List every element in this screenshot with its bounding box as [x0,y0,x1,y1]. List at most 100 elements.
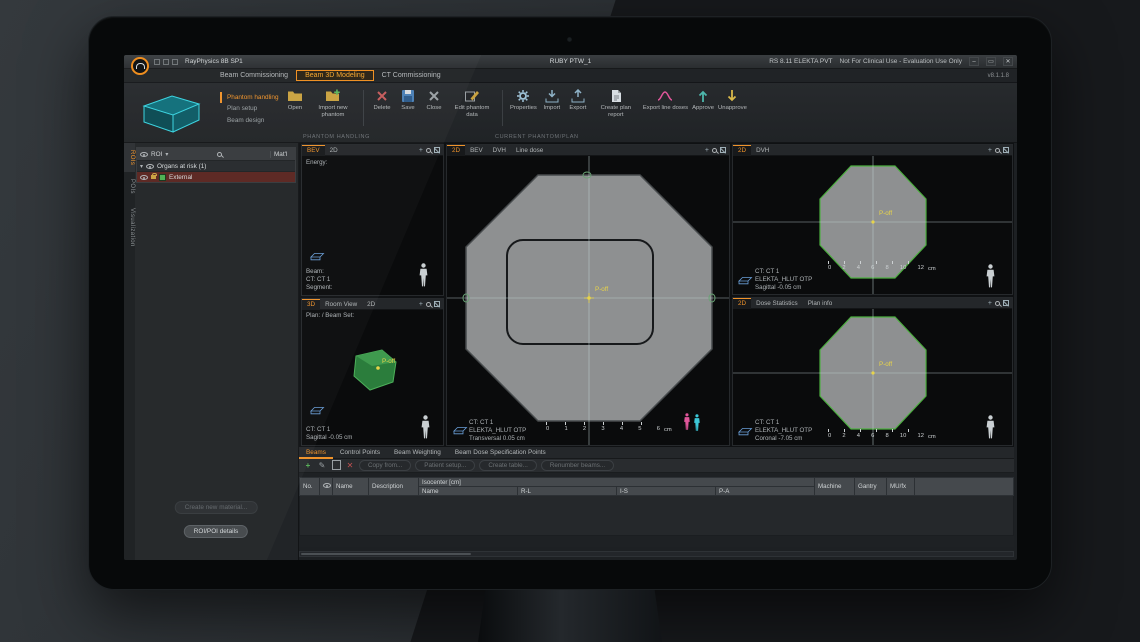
vp-tab-2d[interactable]: 2D [325,145,343,156]
expand-icon[interactable] [1003,147,1009,153]
minimize-button[interactable]: – [969,57,979,66]
approve-button[interactable]: Approve [692,88,714,112]
tab-beam-dose-specification-points[interactable]: Beam Dose Specification Points [448,447,553,459]
zoom-icon[interactable] [426,148,431,153]
vp-tab-2d[interactable]: 2D [447,145,465,156]
expand-icon[interactable] [434,301,440,307]
column-visibility[interactable] [320,478,333,496]
sagittal-slice-view[interactable]: P-off 024681012 cm CT: CT 1 ELEKTA_HLUT … [733,156,1012,294]
import-new-phantom-button[interactable]: Import new phantom [310,88,356,118]
edit-beam-icon[interactable] [317,461,327,471]
crosshair-tool-icon[interactable] [988,147,992,154]
open-button[interactable]: Open [284,88,306,112]
nav-phantom-handling[interactable]: Phantom handling [220,92,282,103]
system-menu-icon-2[interactable] [163,59,169,65]
viewport-bev[interactable]: BEV 2D Energy: Beam: CT: CT 1 [301,144,444,296]
expand-icon[interactable] [1003,300,1009,306]
create-plan-report-button[interactable]: Create plan report [593,88,639,118]
viewport-sagittal[interactable]: 2D DVH P-off [732,144,1013,295]
side-tab-visualization[interactable]: Visualization [124,201,135,254]
export-button[interactable]: Export [567,88,589,112]
delete-button[interactable]: Delete [371,88,393,112]
roi-poi-details-button[interactable]: ROI/POI details [184,525,248,538]
room3d-view[interactable]: Plan: / Beam Set: P-off CT: CT 1 Sagitta… [302,310,443,445]
side-tab-pois[interactable]: POIs [124,172,135,201]
vp-tab-dose-statistics[interactable]: Dose Statistics [751,298,803,309]
vp-tab-2d[interactable]: 2D [733,145,751,156]
renumber-beams-button[interactable]: Renumber beams... [541,460,614,471]
create-new-material-button[interactable]: Create new material... [175,501,258,514]
crosshair-tool-icon[interactable] [988,300,992,307]
add-beam-icon[interactable] [303,461,313,471]
tab-beam-weighting[interactable]: Beam Weighting [387,447,448,459]
bev-view[interactable]: Energy: Beam: CT: CT 1 Segment: [302,156,443,295]
system-menu-icon-3[interactable] [172,59,178,65]
nav-beam-design[interactable]: Beam design [220,115,282,126]
roi-group-row[interactable]: Organs at risk (1) [137,160,295,171]
search-icon[interactable] [217,152,222,157]
eye-icon[interactable] [146,164,154,169]
system-menu-icon-1[interactable] [154,59,160,65]
column-mu-fx[interactable]: MU/fx [887,478,915,496]
zoom-icon[interactable] [995,148,1000,153]
maximize-button[interactable]: ▭ [986,57,996,66]
vp-tab-dvh[interactable]: DVH [751,145,774,156]
scrollbar-thumb[interactable] [301,553,471,555]
tab-control-points[interactable]: Control Points [333,447,387,459]
vp-tab-dvh[interactable]: DVH [488,145,511,156]
copy-beam-icon[interactable] [334,462,341,470]
column-name[interactable]: Name [333,478,369,496]
column-description[interactable]: Description [369,478,419,496]
create-table-button[interactable]: Create table... [479,460,537,471]
nav-plan-setup[interactable]: Plan setup [220,103,282,114]
save-button[interactable]: Save [397,88,419,112]
zoom-icon[interactable] [426,302,431,307]
edit-phantom-data-button[interactable]: Edit phantom data [449,88,495,118]
tab-beam-commissioning[interactable]: Beam Commissioning [212,71,296,80]
chevron-down-icon[interactable] [165,151,168,158]
column-iso-pa[interactable]: P-A [716,487,815,496]
crosshair-tool-icon[interactable] [419,147,423,154]
expand-icon[interactable] [434,147,440,153]
vp-tab-room-view[interactable]: Room View [320,299,362,310]
close-document-button[interactable]: Close [423,88,445,112]
vp-tab-2d[interactable]: 2D [362,299,380,310]
crosshair-tool-icon[interactable] [419,301,423,308]
column-iso-rl[interactable]: R-L [518,487,617,496]
roi-row-external[interactable]: External [137,171,295,182]
column-iso-is[interactable]: I-S [617,487,716,496]
zoom-icon[interactable] [712,148,717,153]
crosshair-tool-icon[interactable] [705,147,709,154]
zoom-icon[interactable] [995,301,1000,306]
coronal-slice-view[interactable]: P-off 024681012 cm CT: CT 1 ELEKTA_HLUT … [733,309,1012,445]
delete-beam-icon[interactable] [345,461,355,471]
import-button[interactable]: Import [541,88,563,112]
column-no[interactable]: No. [300,478,320,496]
copy-from-button[interactable]: Copy from... [359,460,411,471]
horizontal-scrollbar[interactable] [299,551,1014,557]
patient-setup-button[interactable]: Patient setup... [415,460,475,471]
vp-tab-line-dose[interactable]: Line dose [511,145,548,156]
eye-icon[interactable] [140,175,148,180]
eye-icon[interactable] [140,152,148,157]
expand-icon[interactable] [720,147,726,153]
column-iso-name[interactable]: Name [419,487,518,496]
column-isocenter-group[interactable]: Isocenter [cm] [419,478,815,487]
tab-beam-3d-modeling[interactable]: Beam 3D Modeling [296,70,374,81]
transversal-slice-view[interactable]: P-off 0123456 cm CT: CT 1 ELEKTA_HLUT OT… [447,156,729,445]
vp-tab-bev[interactable]: BEV [302,145,325,156]
expander-icon[interactable] [140,163,143,170]
tab-ct-commissioning[interactable]: CT Commissioning [374,71,449,80]
tab-beams[interactable]: Beams [299,447,333,459]
side-tab-rois[interactable]: ROIs [124,143,135,172]
vp-tab-bev[interactable]: BEV [465,145,488,156]
close-button[interactable]: ✕ [1003,57,1013,66]
column-gantry[interactable]: Gantry [855,478,887,496]
viewport-3d[interactable]: 3D Room View 2D Plan: / Beam Set: [301,298,444,446]
viewport-transversal[interactable]: 2D BEV DVH Line dose [446,144,730,446]
unapprove-button[interactable]: Unapprove [718,88,747,112]
vp-tab-2d[interactable]: 2D [733,298,751,309]
vp-tab-3d[interactable]: 3D [302,299,320,310]
column-machine[interactable]: Machine [815,478,855,496]
vp-tab-plan-info[interactable]: Plan info [803,298,838,309]
